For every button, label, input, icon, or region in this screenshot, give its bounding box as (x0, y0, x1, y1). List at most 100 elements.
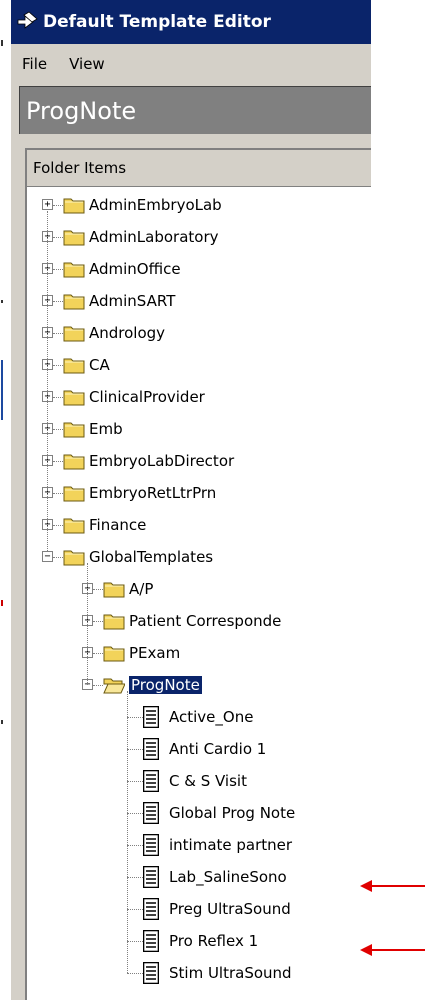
red-arrow-icon (360, 880, 425, 892)
expand-toggle[interactable]: + (42, 199, 53, 210)
folder-item[interactable]: − GlobalTemplates (27, 541, 371, 573)
open-folder-icon (103, 678, 125, 694)
edge-mark (1, 360, 3, 420)
folder-icon (63, 550, 85, 566)
folder-label: AdminLaboratory (89, 228, 219, 246)
template-editor-window: Default Template Editor File View ProgNo… (10, 0, 371, 1000)
menu-file[interactable]: File (19, 53, 50, 75)
folder-item[interactable]: + Patient Corresponde (27, 605, 371, 637)
tree-connector (93, 653, 103, 654)
folder-label: AdminOffice (89, 260, 181, 278)
tree-connector (53, 333, 63, 334)
folder-item[interactable]: + EmbryoLabDirector (27, 445, 371, 477)
tree-connector (87, 563, 88, 685)
window-titlebar: Default Template Editor (11, 0, 371, 44)
tree-connector (93, 685, 103, 686)
folder-icon (103, 646, 125, 662)
collapse-toggle[interactable]: − (42, 551, 53, 562)
selected-folder-label: ProgNote (129, 676, 202, 694)
template-item[interactable]: Global Prog Note (27, 797, 371, 829)
template-title: ProgNote (26, 96, 137, 125)
template-label: Stim UltraSound (169, 964, 292, 982)
edge-mark (1, 40, 3, 46)
tree-connector (53, 557, 63, 558)
folder-label: EmbryoRetLtrPrn (89, 484, 217, 502)
tree-connector (53, 269, 63, 270)
template-item[interactable]: Preg UltraSound (27, 893, 371, 925)
document-icon (143, 962, 159, 984)
tree-connector (127, 877, 143, 878)
folder-item[interactable]: + Finance (27, 509, 371, 541)
tree-connector (47, 211, 48, 551)
folder-items-header: Folder Items (27, 150, 371, 187)
document-icon (143, 770, 159, 792)
folder-item[interactable]: + EmbryoRetLtrPrn (27, 477, 371, 509)
folder-item[interactable]: + AdminSART (27, 285, 371, 317)
template-label: Active_One (169, 708, 254, 726)
folder-label: EmbryoLabDirector (89, 452, 235, 470)
menu-view[interactable]: View (66, 53, 108, 75)
folder-item[interactable]: + A/P (27, 573, 371, 605)
document-icon (143, 898, 159, 920)
edge-mark (1, 300, 3, 303)
folder-label: A/P (129, 580, 154, 598)
folder-item[interactable]: − ProgNote (27, 669, 371, 701)
folder-label: AdminSART (89, 292, 176, 310)
folder-item[interactable]: + ClinicalProvider (27, 381, 371, 413)
folder-icon (63, 486, 85, 502)
template-item[interactable]: C & S Visit (27, 765, 371, 797)
document-icon (143, 834, 159, 856)
tree-connector (53, 525, 63, 526)
template-item[interactable]: Active_One (27, 701, 371, 733)
tree-connector (53, 493, 63, 494)
folder-item[interactable]: + CA (27, 349, 371, 381)
folder-label: Emb (89, 420, 123, 438)
folder-item[interactable]: + AdminOffice (27, 253, 371, 285)
template-item[interactable]: Lab_SalineSono (27, 861, 371, 893)
folder-icon (103, 582, 125, 598)
folder-items-label: Folder Items (33, 159, 127, 177)
folder-item[interactable]: + PExam (27, 637, 371, 669)
tree-connector (127, 717, 143, 718)
folder-icon (63, 518, 85, 534)
folder-icon (63, 294, 85, 310)
folder-label: CA (89, 356, 110, 374)
template-label: Pro Reflex 1 (169, 932, 259, 950)
template-label: Anti Cardio 1 (169, 740, 267, 758)
folder-label: Patient Corresponde (129, 612, 282, 630)
left-margin (0, 0, 8, 1000)
tree-connector (53, 365, 63, 366)
template-item[interactable]: intimate partner (27, 829, 371, 861)
folder-icon (103, 614, 125, 630)
tree-connector (53, 461, 63, 462)
folder-icon (63, 198, 85, 214)
template-label: C & S Visit (169, 772, 247, 790)
folder-item[interactable]: + Andrology (27, 317, 371, 349)
folder-icon (63, 422, 85, 438)
template-label: Lab_SalineSono (169, 868, 287, 886)
tree-connector (53, 397, 63, 398)
template-label: intimate partner (169, 836, 293, 854)
document-icon (143, 706, 159, 728)
folder-icon (63, 230, 85, 246)
folder-icon (63, 390, 85, 406)
tree-connector (93, 589, 103, 590)
red-arrow-icon (360, 944, 425, 956)
folder-item[interactable]: + AdminLaboratory (27, 221, 371, 253)
tree-connector (127, 909, 143, 910)
window-title: Default Template Editor (43, 12, 271, 32)
tree-connector (93, 621, 103, 622)
tree-connector (127, 691, 128, 973)
tree-connector (53, 205, 63, 206)
folder-label: AdminEmbryoLab (89, 196, 222, 214)
folder-label: Andrology (89, 324, 166, 342)
template-item[interactable]: Anti Cardio 1 (27, 733, 371, 765)
template-item[interactable]: Pro Reflex 1 (27, 925, 371, 957)
template-item[interactable]: Stim UltraSound (27, 957, 371, 989)
app-icon (17, 11, 38, 29)
document-icon (143, 866, 159, 888)
folder-item[interactable]: + AdminEmbryoLab (27, 189, 371, 221)
folder-item[interactable]: + Emb (27, 413, 371, 445)
folder-label: Finance (89, 516, 147, 534)
template-label: Global Prog Note (169, 804, 296, 822)
